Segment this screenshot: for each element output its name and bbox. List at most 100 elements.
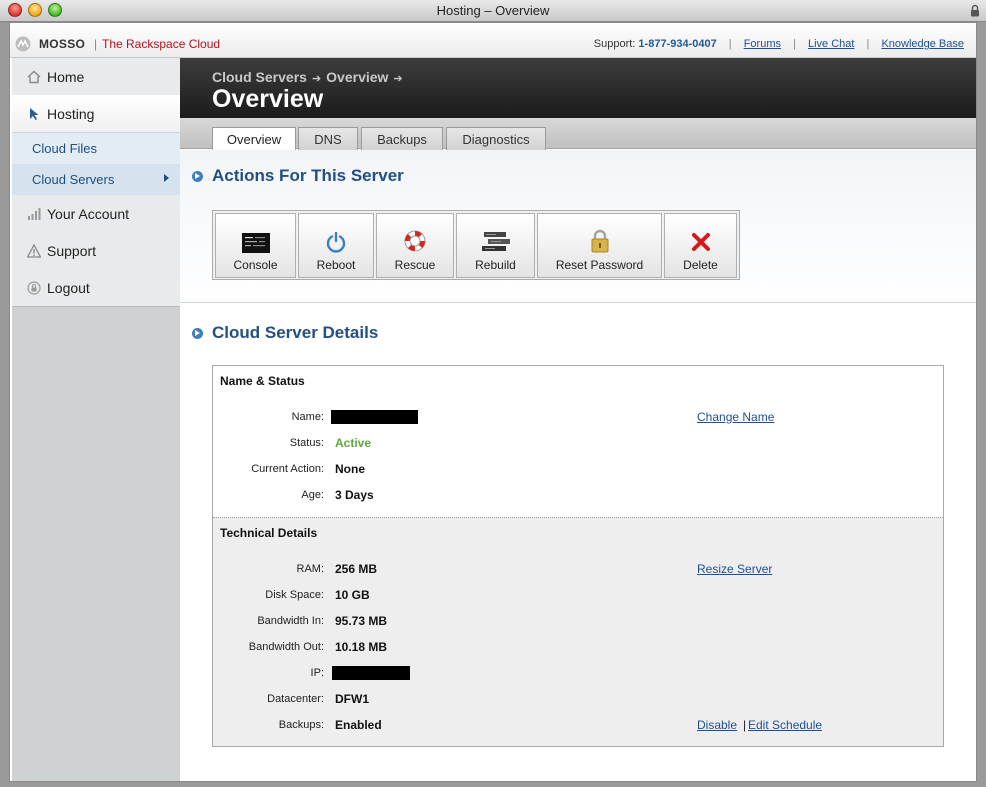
cursor-icon xyxy=(30,107,39,120)
bandwidth-in-label: Bandwidth In: xyxy=(257,615,324,627)
bandwidth-out-value: 10.18 MB xyxy=(335,640,388,654)
sidebar-item-home[interactable]: Home xyxy=(12,58,180,95)
details-section-title: Cloud Server Details xyxy=(212,323,379,342)
bars-icon xyxy=(28,207,41,220)
sidebar-item-support[interactable]: Support xyxy=(12,232,180,269)
top-links: Support: 1-877-934-0407 | Forums | Live … xyxy=(594,38,964,50)
action-button-label: Delete xyxy=(683,258,718,272)
secure-lock-icon xyxy=(971,4,979,17)
bandwidth-out-label: Bandwidth Out: xyxy=(248,641,324,653)
sidebar-item-label: Logout xyxy=(47,279,90,296)
status-label: Status: xyxy=(289,437,324,449)
power-icon xyxy=(326,231,346,253)
sidebar: Home Hosting Cloud Files Cloud Servers Y… xyxy=(12,58,180,781)
status-value: Active xyxy=(335,436,372,450)
breadcrumb: Cloud Servers ➔ Overview ➔ xyxy=(212,69,408,85)
datacenter-value: DFW1 xyxy=(335,692,369,706)
top-link-separator: | xyxy=(728,38,732,50)
sidebar-lower-nav: Your Account Support Logout xyxy=(12,195,180,306)
window-title: Hosting – Overview xyxy=(436,3,550,18)
rebuild-button[interactable]: Rebuild xyxy=(456,213,535,278)
brand-separator: | xyxy=(94,37,98,51)
breadcrumb-arrow-icon: ➔ xyxy=(311,73,322,85)
arrow-bullet-icon xyxy=(192,327,203,339)
warning-icon xyxy=(27,243,41,258)
delete-button[interactable]: Delete xyxy=(664,213,737,278)
tab-diagnostics[interactable]: Diagnostics xyxy=(446,127,546,150)
mosso-logo-icon[interactable] xyxy=(15,36,31,52)
age-label: Age: xyxy=(301,489,324,501)
tab-bar: Overview DNS Backups Diagnostics xyxy=(180,118,976,150)
redacted-name xyxy=(331,410,418,424)
rescue-button[interactable]: Rescue xyxy=(376,213,454,278)
console-button[interactable]: Console xyxy=(215,213,296,278)
terminal-icon xyxy=(241,233,270,253)
knowledge-base-link[interactable]: Knowledge Base xyxy=(881,38,964,50)
backups-label: Backups: xyxy=(278,719,324,731)
actions-section-title: Actions For This Server xyxy=(212,166,404,185)
live-chat-link[interactable]: Live Chat xyxy=(808,38,854,50)
content-area: Actions For This Server Console Reboot R… xyxy=(180,150,976,781)
main-content: Cloud Servers ➔ Overview ➔ Overview Overvie… xyxy=(180,58,976,781)
sidebar-subitem-cloud-files[interactable]: Cloud Files xyxy=(12,133,180,164)
lifebuoy-icon xyxy=(404,230,426,252)
redacted-ip xyxy=(332,666,410,680)
support-phone: 1-877-934-0407 xyxy=(638,38,717,50)
reset-password-button[interactable]: Reset Password xyxy=(537,213,662,278)
disable-backups-link[interactable]: Disable xyxy=(697,718,737,732)
forums-link[interactable]: Forums xyxy=(744,38,781,50)
support-label: Support: xyxy=(593,38,636,50)
tab-backups[interactable]: Backups xyxy=(361,127,443,150)
brand-name: MOSSO xyxy=(39,37,86,51)
actions-section-heading: Actions For This Server xyxy=(192,166,404,186)
sidebar-subitem-label: Cloud Servers xyxy=(32,172,115,187)
current-action-value: None xyxy=(335,462,365,476)
sidebar-item-hosting[interactable]: Hosting xyxy=(12,95,180,132)
home-icon xyxy=(27,70,41,83)
tab-dns[interactable]: DNS xyxy=(298,127,358,150)
ip-label: IP: xyxy=(310,667,324,679)
page-title: Overview xyxy=(212,85,324,113)
chevron-right-icon xyxy=(164,174,169,182)
backups-value: Enabled xyxy=(335,718,382,732)
sidebar-nav: Home Hosting Cloud Files Cloud Servers Y… xyxy=(12,58,180,307)
bandwidth-in-value: 95.73 MB xyxy=(335,614,388,628)
brand-tagline: The Rackspace Cloud xyxy=(102,37,221,51)
server-stack-icon xyxy=(481,232,510,251)
resize-server-link[interactable]: Resize Server xyxy=(697,562,772,576)
sidebar-item-logout[interactable]: Logout xyxy=(12,269,180,306)
disk-space-value: 10 GB xyxy=(335,588,370,602)
page-header: Cloud Servers ➔ Overview ➔ Overview xyxy=(180,58,976,118)
action-button-label: Reset Password xyxy=(555,258,644,272)
section-divider xyxy=(180,302,976,303)
hosting-subnav: Cloud Files Cloud Servers xyxy=(12,132,180,195)
padlock-icon xyxy=(591,229,608,253)
technical-details-group: Technical Details RAM: 256 MB Resize Ser… xyxy=(213,517,943,746)
sidebar-subitem-label: Cloud Files xyxy=(32,141,98,156)
change-name-link[interactable]: Change Name xyxy=(697,410,774,424)
sidebar-item-label: Your Account xyxy=(47,205,129,222)
top-bar: MOSSO | The Rackspace Cloud Support: 1-8… xyxy=(10,23,976,58)
sidebar-item-label: Hosting xyxy=(47,105,95,122)
arrow-bullet-icon xyxy=(192,170,203,182)
action-button-label: Reboot xyxy=(316,258,356,272)
sidebar-item-label: Home xyxy=(47,68,85,85)
server-details-panel: Name & Status Name: Change Name Status: … xyxy=(212,365,944,747)
breadcrumb-item[interactable]: Overview xyxy=(326,69,388,85)
edit-schedule-link[interactable]: Edit Schedule xyxy=(748,718,822,732)
reboot-button[interactable]: Reboot xyxy=(298,213,374,278)
disk-space-label: Disk Space: xyxy=(265,589,324,601)
details-section-heading: Cloud Server Details xyxy=(192,323,378,343)
ram-label: RAM: xyxy=(296,563,325,575)
name-label: Name: xyxy=(291,411,324,423)
breadcrumb-item[interactable]: Cloud Servers xyxy=(212,69,307,85)
name-status-heading: Name & Status xyxy=(220,374,305,388)
ram-value: 256 MB xyxy=(335,562,378,576)
actions-toolbar: Console Reboot Rescue Rebuild Reset Pass… xyxy=(212,210,740,280)
sidebar-item-your-account[interactable]: Your Account xyxy=(12,195,180,232)
current-action-label: Current Action: xyxy=(251,463,324,475)
action-button-label: Rebuild xyxy=(475,258,516,272)
sidebar-subitem-cloud-servers[interactable]: Cloud Servers xyxy=(12,164,180,195)
tab-overview[interactable]: Overview xyxy=(212,127,296,150)
age-value: 3 Days xyxy=(335,488,374,502)
